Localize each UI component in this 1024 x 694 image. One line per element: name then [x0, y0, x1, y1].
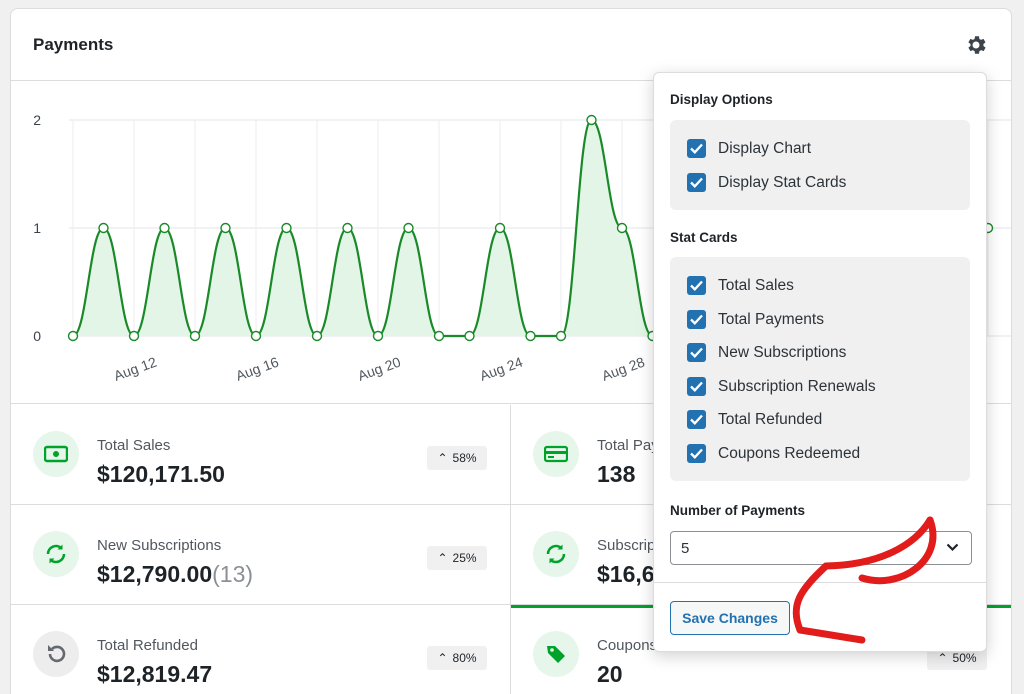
- data-point: [555, 330, 567, 342]
- card-header: Payments: [11, 9, 1011, 81]
- checkbox-checked-icon[interactable]: [687, 377, 706, 396]
- checkbox-checked-icon[interactable]: [687, 410, 706, 429]
- checkbox-coupons-redeemed[interactable]: Coupons Redeemed: [687, 444, 860, 463]
- checkbox-checked-icon[interactable]: [687, 310, 706, 329]
- checkbox-label: Total Refunded: [718, 410, 823, 428]
- data-point: [128, 330, 140, 342]
- checkbox-total-payments[interactable]: Total Payments: [687, 310, 824, 329]
- checkbox-total-sales[interactable]: Total Sales: [687, 276, 794, 295]
- stat-count: (13): [212, 561, 254, 587]
- stat-value: $12,790.00(13): [97, 561, 254, 587]
- stat-value: $12,819.47: [97, 661, 213, 687]
- data-point: [67, 330, 79, 342]
- data-point: [342, 222, 353, 234]
- display-settings-popover: Display Options Display Chart Display St…: [653, 72, 987, 652]
- stat-label: Total Refunded: [97, 637, 198, 654]
- checkbox-checked-icon[interactable]: [687, 139, 706, 158]
- chevron-up-icon: ⌃: [437, 651, 448, 665]
- display-options-box: Display Chart Display Stat Cards: [670, 120, 970, 210]
- data-point: [189, 330, 201, 342]
- tag-icon: [533, 631, 579, 677]
- card-title: Payments: [33, 35, 114, 54]
- data-point: [403, 222, 414, 234]
- stat-label: New Subscriptions: [97, 537, 222, 554]
- credit-card-icon: [533, 431, 579, 477]
- data-point: [250, 330, 262, 342]
- refresh-icon: [533, 531, 579, 577]
- data-point: [159, 222, 170, 234]
- number-of-payments-label: Number of Payments: [670, 503, 806, 518]
- y-tick-label: 0: [33, 328, 41, 344]
- checkbox-new-subscriptions[interactable]: New Subscriptions: [687, 343, 846, 362]
- money-icon: [33, 431, 79, 477]
- stat-value: 20: [597, 661, 623, 687]
- chevron-down-icon: [946, 543, 959, 552]
- save-changes-button[interactable]: Save Changes: [670, 601, 790, 635]
- x-tick-label: Aug 20: [356, 354, 403, 384]
- checkbox-subscription-renewals[interactable]: Subscription Renewals: [687, 377, 876, 396]
- data-point: [281, 222, 292, 234]
- data-point: [98, 222, 109, 234]
- chevron-up-icon: ⌃: [437, 551, 448, 565]
- stat-cards-box: Total Sales Total Payments New Subscript…: [670, 257, 970, 481]
- x-tick-label: Aug 24: [478, 354, 525, 384]
- change-badge: ⌃ 80%: [427, 646, 487, 670]
- data-point: [616, 222, 628, 234]
- data-point: [494, 222, 506, 234]
- undo-icon: [33, 631, 79, 677]
- chevron-up-icon: ⌃: [937, 651, 948, 665]
- x-tick-label: Aug 28: [600, 354, 647, 384]
- checkbox-label: Total Sales: [718, 276, 794, 294]
- data-point: [372, 330, 384, 342]
- checkbox-checked-icon[interactable]: [687, 173, 706, 192]
- x-tick-label: Aug 12: [112, 354, 159, 384]
- y-tick-label: 1: [33, 220, 41, 236]
- change-badge: ⌃ 58%: [427, 446, 487, 470]
- stat-card-total-sales: Total Sales $120,171.50 ⌃ 58%: [11, 405, 511, 505]
- checkbox-label: New Subscriptions: [718, 343, 847, 361]
- checkbox-label: Display Stat Cards: [718, 173, 847, 191]
- data-point: [220, 222, 231, 234]
- checkbox-display-chart[interactable]: Display Chart: [687, 139, 811, 158]
- y-tick-label: 2: [33, 112, 41, 128]
- data-point: [464, 330, 475, 342]
- stat-cards-title: Stat Cards: [670, 230, 738, 245]
- data-point: [311, 330, 323, 342]
- checkbox-checked-icon[interactable]: [687, 343, 706, 362]
- checkbox-display-stat-cards[interactable]: Display Stat Cards: [687, 173, 846, 192]
- checkbox-label: Total Payments: [718, 310, 824, 328]
- chevron-up-icon: ⌃: [437, 451, 448, 465]
- select-value: 5: [681, 540, 690, 557]
- checkbox-checked-icon[interactable]: [687, 444, 706, 463]
- display-options-title: Display Options: [670, 92, 773, 107]
- refresh-icon: [33, 531, 79, 577]
- stat-value: $16,6: [597, 561, 655, 587]
- checkbox-label: Subscription Renewals: [718, 377, 876, 395]
- x-tick-label: Aug 16: [234, 354, 281, 384]
- stat-value: $120,171.50: [97, 461, 225, 487]
- change-badge: ⌃ 25%: [427, 546, 487, 570]
- stat-card-new-subscriptions: New Subscriptions $12,790.00(13) ⌃ 25%: [11, 505, 511, 605]
- gear-icon[interactable]: [964, 33, 988, 57]
- number-of-payments-select[interactable]: 5: [670, 531, 972, 565]
- checkbox-checked-icon[interactable]: [687, 276, 706, 295]
- stat-value: 138: [597, 461, 636, 487]
- checkbox-label: Display Chart: [718, 139, 812, 157]
- popover-divider: [654, 582, 986, 583]
- data-point: [433, 330, 445, 342]
- checkbox-label: Coupons Redeemed: [718, 444, 861, 462]
- checkbox-total-refunded[interactable]: Total Refunded: [687, 410, 822, 429]
- data-point: [586, 114, 597, 126]
- stat-card-total-refunded: Total Refunded $12,819.47 ⌃ 80%: [11, 605, 511, 694]
- stat-label: Total Sales: [97, 437, 171, 454]
- data-point: [525, 330, 536, 342]
